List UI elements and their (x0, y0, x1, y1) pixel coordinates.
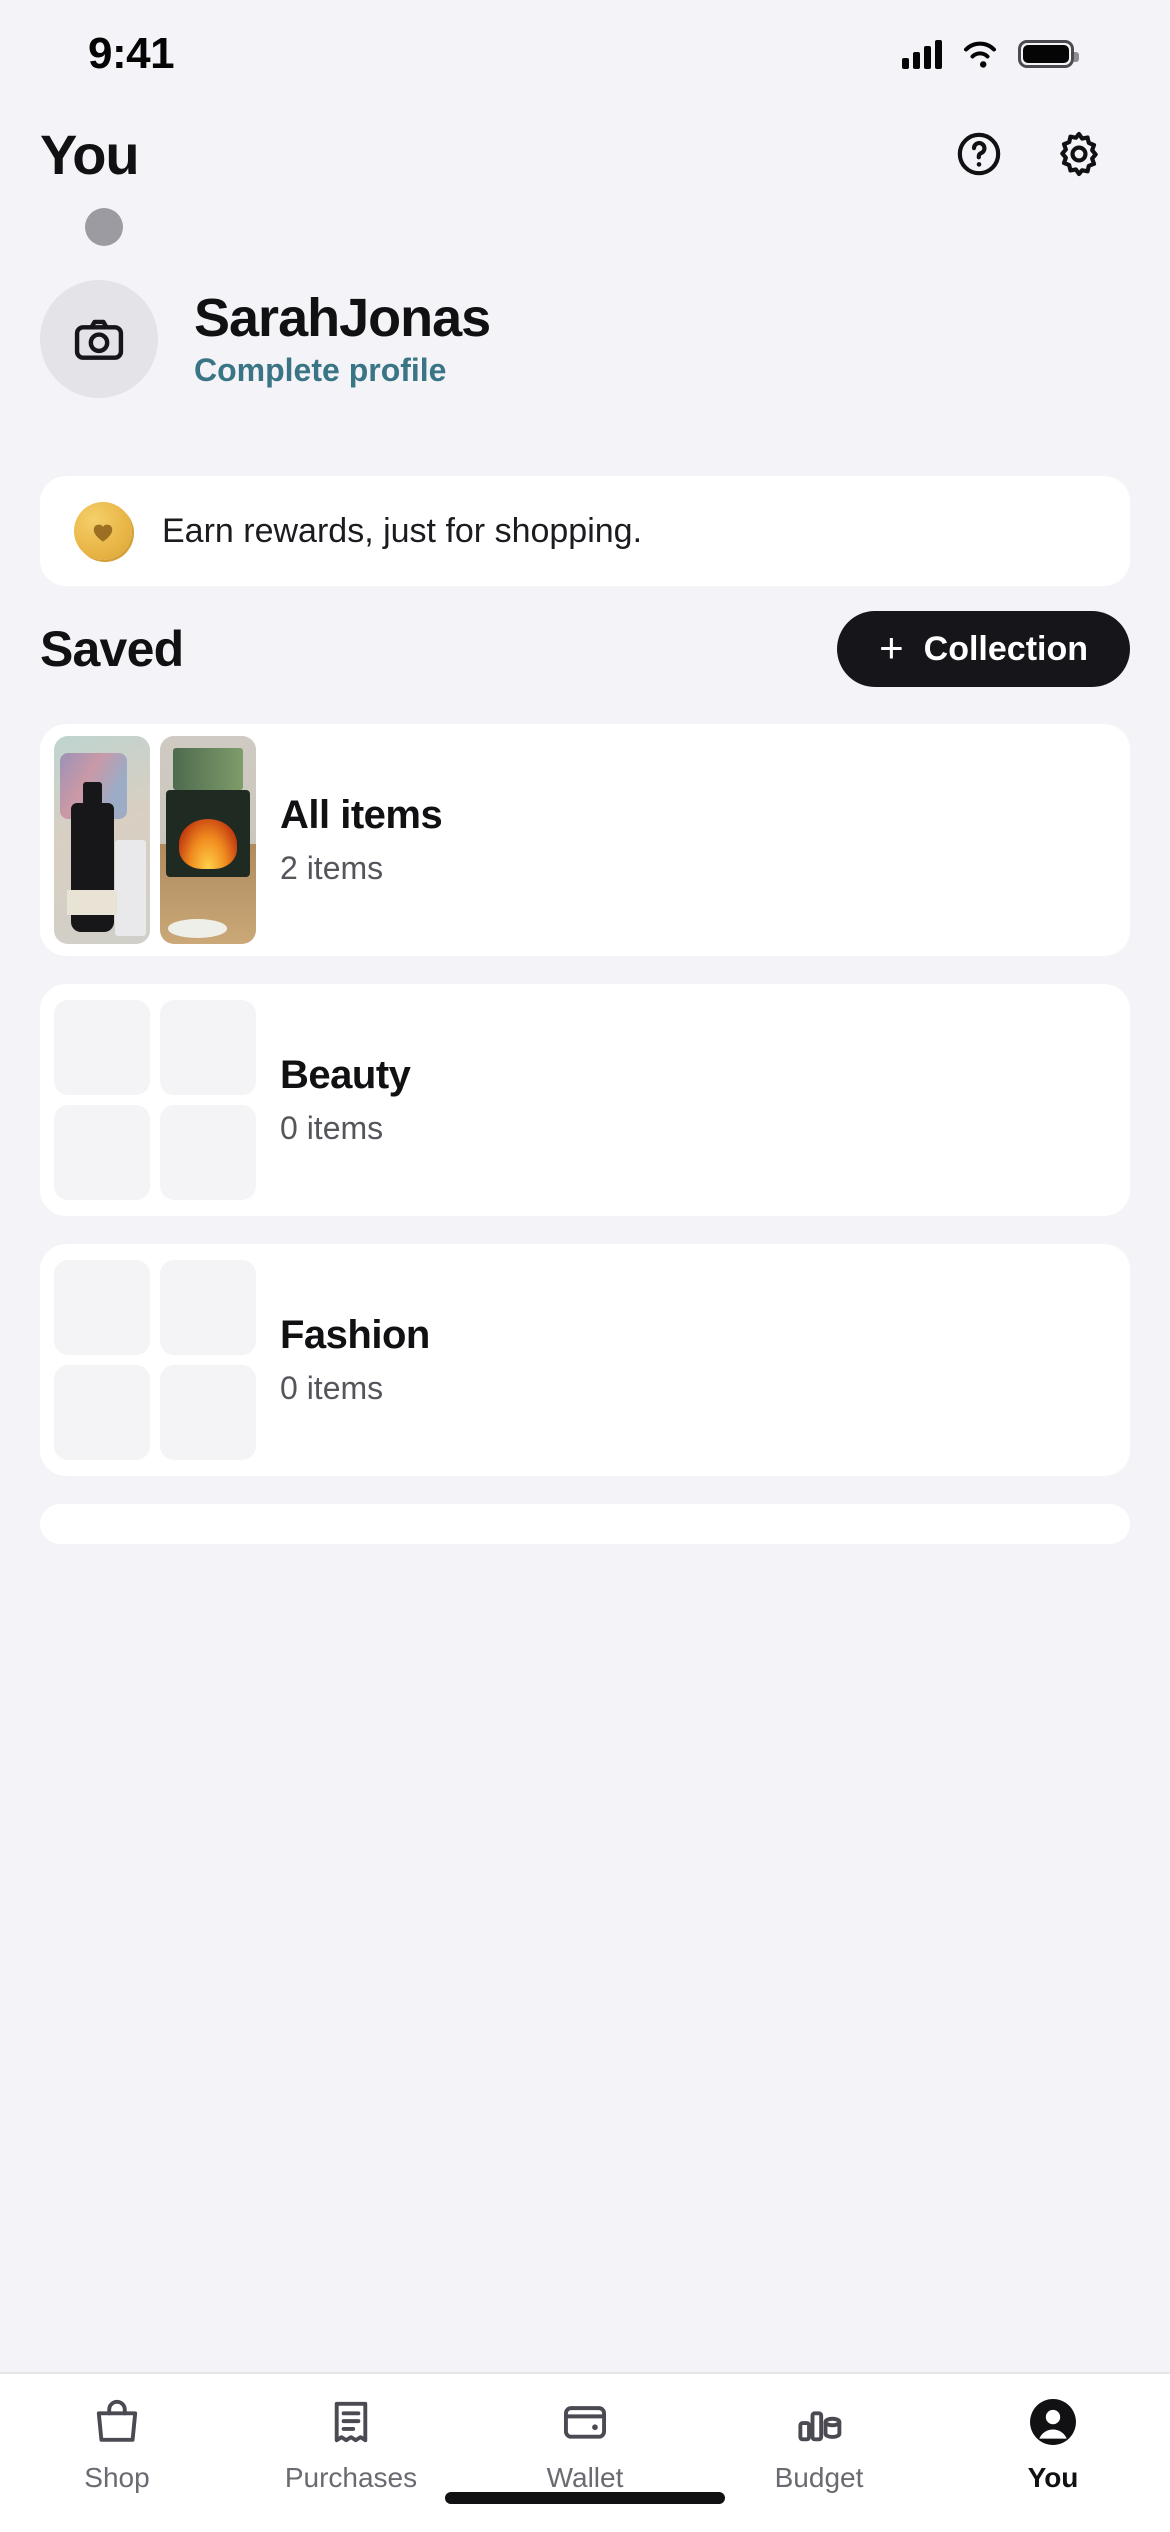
status-bar: 9:41 (0, 0, 1170, 108)
app-screen: 9:41 You SarahJonas Complete profile Ear… (0, 0, 1170, 2532)
placeholder-tile (54, 1260, 150, 1355)
complete-profile-link[interactable]: Complete profile (194, 352, 490, 388)
scroll-indicator-row (0, 200, 1170, 264)
collection-item-count: 0 items (280, 1370, 384, 1406)
placeholder-tile (160, 1260, 256, 1355)
battery-full-icon (1018, 40, 1079, 68)
collection-info: Beauty 0 items (256, 1053, 411, 1147)
page-title: You (40, 122, 140, 186)
tab-label: Purchases (284, 2462, 418, 2493)
tab-label: You (1027, 2462, 1079, 2493)
shopping-bag-icon (91, 2392, 143, 2452)
wifi-icon (964, 41, 996, 68)
help-circle-icon[interactable] (954, 129, 1004, 179)
rewards-banner-text: Earn rewards, just for shopping. (162, 511, 643, 550)
placeholder-tile (160, 1105, 256, 1200)
tab-you[interactable]: You (936, 2392, 1170, 2494)
tab-label: Wallet (546, 2462, 624, 2493)
tab-budget[interactable]: Budget (702, 2392, 936, 2494)
thumbnail-image (54, 736, 150, 944)
tab-purchases[interactable]: Purchases (234, 2392, 468, 2494)
collections-list: All items 2 items Beauty 0 items Fashion… (0, 704, 1170, 2372)
status-bar-indicators (902, 39, 1079, 69)
avatar[interactable] (40, 280, 158, 398)
budget-chart-icon (793, 2392, 845, 2452)
collection-card-partial[interactable] (40, 1504, 1130, 1544)
saved-title: Saved (40, 621, 184, 677)
collection-title: Fashion (280, 1313, 430, 1357)
add-collection-label: Collection (923, 629, 1088, 668)
profile-name: SarahJonas (194, 288, 491, 349)
collection-card-fashion[interactable]: Fashion 0 items (40, 1244, 1130, 1476)
plus-icon: + (879, 623, 904, 671)
header-actions (954, 129, 1104, 179)
collection-info: All items 2 items (256, 793, 443, 887)
receipt-icon (325, 2392, 377, 2452)
tab-wallet[interactable]: Wallet (468, 2392, 702, 2494)
placeholder-tile (54, 1000, 150, 1095)
placeholder-tile (54, 1105, 150, 1200)
page-header: You (0, 108, 1170, 200)
collection-title: Beauty (280, 1053, 411, 1097)
add-collection-button[interactable]: + Collection (837, 611, 1130, 687)
collection-placeholder-grid (40, 984, 256, 1216)
person-circle-icon (1026, 2392, 1080, 2452)
rewards-banner[interactable]: Earn rewards, just for shopping. (40, 476, 1130, 586)
tab-shop[interactable]: Shop (0, 2392, 234, 2494)
saved-section-header: Saved + Collection (0, 594, 1170, 704)
thumbnail-image (160, 736, 256, 944)
collection-title: All items (280, 793, 443, 837)
tab-label: Budget (774, 2462, 864, 2493)
wallet-icon (559, 2392, 611, 2452)
gold-heart-coin-icon (74, 502, 132, 560)
collection-info: Fashion 0 items (256, 1313, 430, 1407)
profile-row[interactable]: SarahJonas Complete profile (0, 264, 1170, 414)
tab-label: Shop (84, 2462, 150, 2493)
camera-icon (74, 319, 124, 360)
collection-card-beauty[interactable]: Beauty 0 items (40, 984, 1130, 1216)
collection-placeholder-grid (40, 1244, 256, 1476)
collection-thumbnails (40, 724, 256, 956)
status-bar-time: 9:41 (88, 29, 175, 78)
gear-icon[interactable] (1054, 129, 1104, 179)
placeholder-tile (160, 1000, 256, 1095)
placeholder-tile (54, 1365, 150, 1460)
collection-card-all-items[interactable]: All items 2 items (40, 724, 1130, 956)
scroll-position-dot (85, 208, 123, 246)
signal-bars-icon (902, 39, 942, 69)
collection-item-count: 0 items (280, 1110, 384, 1146)
collection-item-count: 2 items (280, 850, 384, 886)
profile-text: SarahJonas Complete profile (194, 288, 491, 388)
bottom-tab-bar: Shop Purchases Wallet Budget You (0, 2372, 1170, 2532)
rewards-banner-wrap: Earn rewards, just for shopping. (0, 414, 1170, 594)
placeholder-tile (160, 1365, 256, 1460)
home-indicator (445, 2492, 725, 2504)
